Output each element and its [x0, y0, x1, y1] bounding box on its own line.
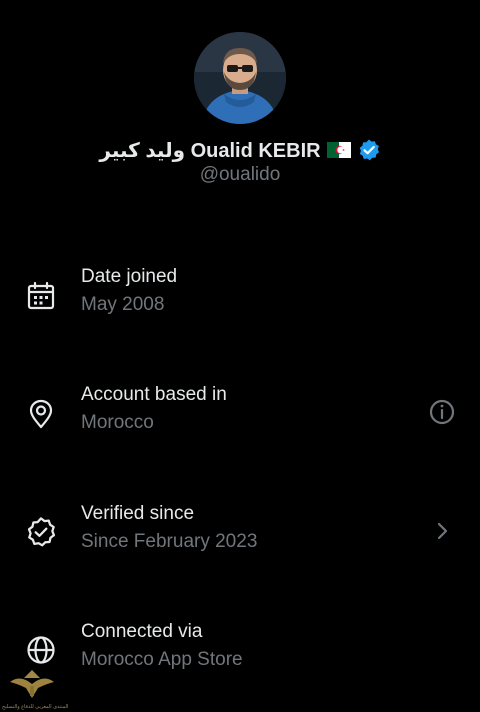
about-row-title: Account based in	[81, 384, 227, 405]
about-row-value: Since February 2023	[81, 531, 258, 552]
about-row-date-joined: Date joined May 2008	[0, 266, 480, 338]
verified-badge-icon[interactable]	[357, 138, 381, 162]
verified-check-icon	[25, 516, 57, 548]
about-row-verified-since[interactable]: Verified since Since February 2023	[0, 503, 480, 575]
watermark-text: المنتدى المغربي للدفاع والتسليح	[2, 704, 69, 710]
display-name-row: وليد كبير Oualid KEBIR	[0, 136, 480, 164]
about-row-value: Morocco App Store	[81, 649, 243, 670]
algeria-flag-icon	[326, 142, 351, 158]
forum-watermark-logo: المنتدى المغربي للدفاع والتسليح	[2, 664, 69, 710]
about-row-title: Connected via	[81, 621, 203, 642]
calendar-icon	[25, 280, 57, 312]
chevron-right-icon[interactable]	[428, 517, 456, 545]
about-row-title: Date joined	[81, 266, 178, 287]
avatar[interactable]	[194, 32, 286, 124]
info-icon[interactable]	[428, 398, 456, 426]
location-pin-icon	[25, 398, 57, 430]
globe-icon	[25, 634, 57, 666]
about-row-value: Morocco	[81, 412, 154, 433]
display-name: وليد كبير Oualid KEBIR	[99, 139, 321, 162]
about-row-connected-via: Connected via Morocco App Store	[0, 621, 480, 693]
about-row-account-based-in: Account based in Morocco	[0, 384, 480, 456]
about-row-value: May 2008	[81, 294, 165, 315]
user-handle: @oualido	[199, 164, 281, 185]
about-row-title: Verified since	[81, 503, 195, 524]
